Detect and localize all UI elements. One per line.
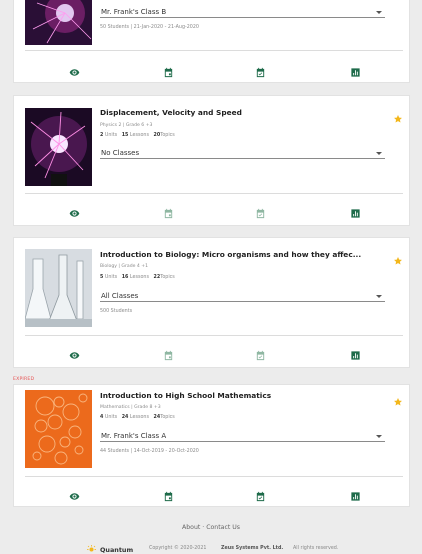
course-meta: Mathematics | Grade 8 +3 (100, 405, 161, 410)
assign-button[interactable] (255, 63, 266, 74)
course-thumbnail-plasma[interactable] (25, 108, 92, 186)
course-title[interactable]: Displacement, Velocity and Speed (100, 108, 381, 117)
company-name: Zeus Systems Pvt. Ltd. (221, 546, 284, 551)
assign-button[interactable] (255, 204, 266, 215)
course-thumbnail-math[interactable] (25, 390, 92, 468)
course-meta: Biology | Grade 4 +1 (100, 264, 149, 269)
footer-copyright: Quantum Copyright © 2020-2021 Zeus Syste… (0, 545, 422, 554)
class-select[interactable]: Mr. Frank's Class B (100, 8, 385, 18)
favorite-star-icon[interactable] (393, 109, 403, 119)
course-card: Displacement, Velocity and Speed Physics… (13, 95, 410, 226)
calendar-check-icon (255, 491, 266, 502)
divider (25, 476, 403, 477)
divider (25, 193, 403, 194)
schedule-button[interactable] (163, 63, 174, 74)
brand-logo: Quantum (86, 545, 133, 554)
chevron-down-icon (376, 152, 382, 155)
schedule-button[interactable] (163, 204, 174, 215)
reports-button[interactable] (350, 346, 361, 357)
class-select[interactable]: Mr. Frank's Class A (100, 432, 385, 442)
course-thumbnail-plasma[interactable] (25, 0, 92, 45)
course-stats: 4 Units 24 Lessons 24Topics (100, 415, 175, 420)
eye-icon (69, 350, 80, 361)
calendar-check-icon (255, 350, 266, 361)
assign-button[interactable] (255, 346, 266, 357)
schedule-button[interactable] (163, 487, 174, 498)
expired-badge: EXPIRED (13, 377, 35, 382)
calendar-check-icon (255, 67, 266, 78)
course-info: 50 Students | 21-Jan-2020 - 21-Aug-2020 (100, 25, 199, 30)
class-select-value: Mr. Frank's Class A (101, 432, 167, 440)
divider (25, 50, 403, 51)
about-link[interactable]: About (182, 524, 200, 531)
divider (25, 335, 403, 336)
view-button[interactable] (69, 346, 80, 357)
chevron-down-icon (376, 435, 382, 438)
contact-link[interactable]: Contact Us (206, 524, 240, 531)
plasma-image (25, 0, 92, 45)
bar-chart-icon (350, 350, 361, 361)
course-stats: 5 Units 16 Lessons 22Topics (100, 275, 175, 280)
course-card: Mr. Frank's Class B 50 Students | 21-Jan… (13, 0, 410, 83)
favorite-star-icon[interactable] (393, 392, 403, 402)
eye-icon (69, 67, 80, 78)
class-select-value: All Classes (101, 292, 139, 300)
schedule-button[interactable] (163, 346, 174, 357)
bar-chart-icon (350, 67, 361, 78)
bar-chart-icon (350, 208, 361, 219)
eye-icon (69, 208, 80, 219)
reports-button[interactable] (350, 487, 361, 498)
course-meta: Physics 2 | Grade 6 +3 (100, 123, 153, 128)
bar-chart-icon (350, 491, 361, 502)
class-select-value: Mr. Frank's Class B (101, 8, 167, 16)
class-select[interactable]: All Classes (100, 292, 385, 302)
eye-icon (69, 491, 80, 502)
class-select[interactable]: No Classes (100, 149, 385, 159)
course-title[interactable]: Introduction to High School Mathematics (100, 391, 381, 400)
quantum-logo-icon (87, 545, 96, 552)
view-button[interactable] (69, 63, 80, 74)
course-thumbnail-lab[interactable] (25, 249, 92, 327)
reports-button[interactable] (350, 63, 361, 74)
copyright-text: Copyright © 2020-2021 (149, 546, 207, 551)
course-title[interactable]: Introduction to Biology: Micro organisms… (100, 250, 381, 259)
chevron-down-icon (376, 295, 382, 298)
course-info: 500 Students (100, 309, 133, 314)
course-info: 44 Students | 14-Oct-2019 - 20-Oct-2020 (100, 449, 199, 454)
lab-glassware-image (25, 249, 92, 327)
calendar-check-icon (255, 208, 266, 219)
rights-text: All rights reserved. (293, 546, 339, 551)
calendar-icon (163, 67, 174, 78)
brand-name: Quantum (100, 545, 134, 554)
reports-button[interactable] (350, 204, 361, 215)
calendar-icon (163, 208, 174, 219)
chevron-down-icon (376, 11, 382, 14)
plasma-ball-image (25, 108, 92, 186)
view-button[interactable] (69, 487, 80, 498)
course-card: Introduction to High School Mathematics … (13, 384, 410, 507)
course-stats: 2 Units 15 Lessons 20Topics (100, 133, 175, 138)
assign-button[interactable] (255, 487, 266, 498)
calendar-icon (163, 491, 174, 502)
course-card: Introduction to Biology: Micro organisms… (13, 237, 410, 368)
class-select-value: No Classes (101, 149, 140, 157)
footer-links: About · Contact Us (182, 524, 240, 531)
favorite-star-icon[interactable] (393, 251, 403, 261)
calendar-icon (163, 350, 174, 361)
orange-bubbles-image (25, 390, 92, 468)
view-button[interactable] (69, 204, 80, 215)
